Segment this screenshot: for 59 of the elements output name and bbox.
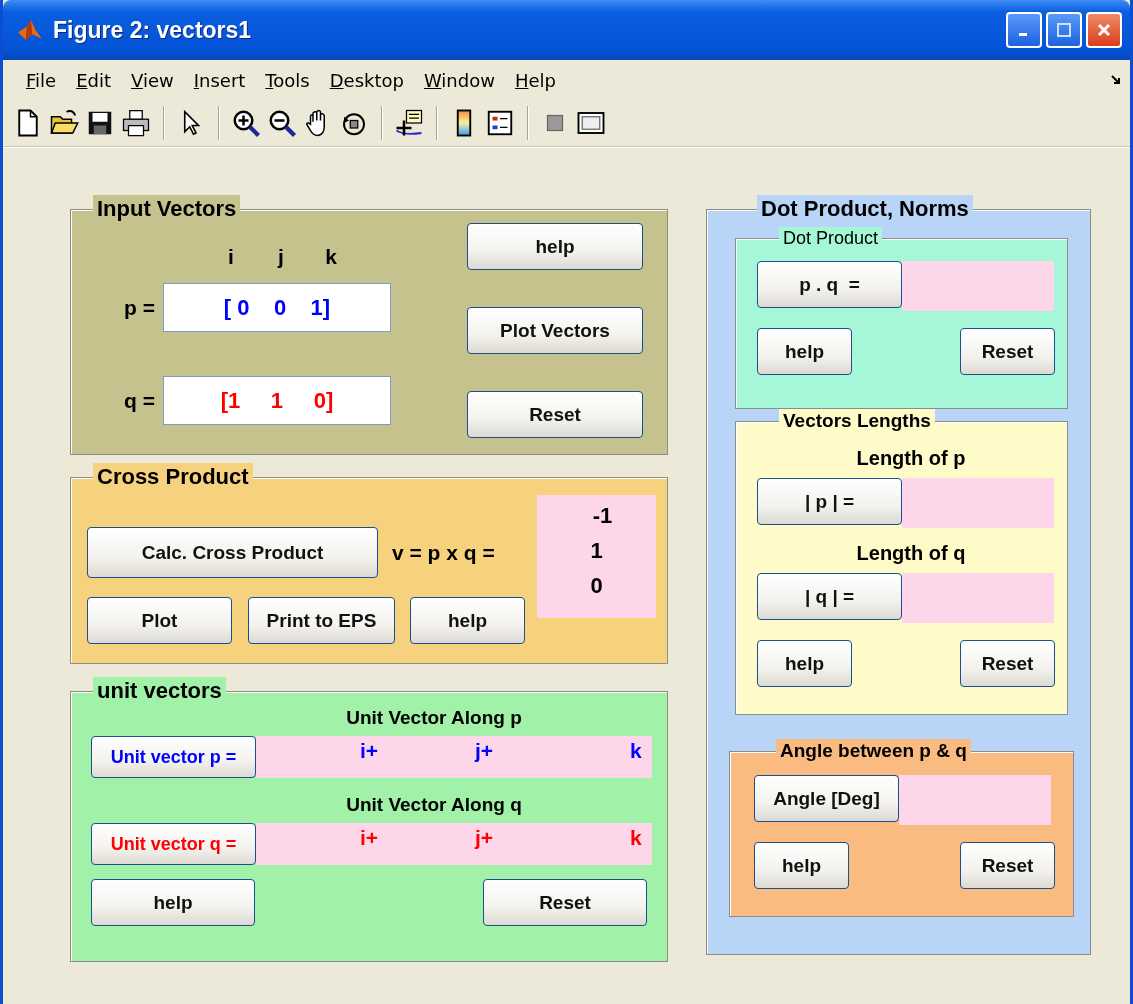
push-button[interactable]: Plot Vectors (467, 307, 643, 354)
push-button[interactable]: Reset (960, 640, 1055, 687)
push-button[interactable]: Unit vector p = (91, 736, 256, 778)
push-button[interactable]: Angle [Deg] (754, 775, 899, 822)
panel-title: Angle between p & q (776, 739, 971, 763)
window-title: Figure 2: vectors1 (53, 16, 252, 44)
push-button[interactable]: help (467, 223, 643, 270)
maximize-icon[interactable] (1054, 20, 1074, 40)
menu-item[interactable]: View (121, 69, 184, 91)
minimize-button[interactable] (1006, 12, 1042, 48)
push-button[interactable]: Reset (483, 879, 647, 926)
panel-title: Vectors Lengths (779, 409, 935, 433)
menu-item[interactable]: Window (413, 69, 505, 91)
menu-item[interactable]: Tools (255, 69, 320, 91)
data-cursor-icon[interactable] (394, 108, 424, 138)
zoom-out-icon[interactable] (267, 108, 297, 138)
section-heading: Length of q (855, 542, 967, 565)
push-button[interactable]: | p | = (757, 478, 902, 525)
column-header: k (324, 245, 338, 269)
push-button[interactable]: help (410, 597, 525, 644)
section-heading: Unit Vector Along p (345, 706, 523, 730)
input-field[interactable]: [1 1 0] (163, 376, 391, 425)
menu-item[interactable]: Edit (66, 69, 121, 91)
vector-label: q = (123, 388, 155, 413)
push-button[interactable]: Unit vector q = (91, 823, 256, 865)
legend-icon[interactable] (485, 108, 515, 138)
print-icon[interactable] (121, 108, 151, 138)
input-field[interactable]: [ 0 0 1] (163, 283, 391, 332)
result-field: -1 1 0 (537, 495, 656, 618)
menu-item[interactable]: Insert (183, 69, 256, 91)
push-button[interactable]: p . q = (757, 261, 902, 308)
push-button[interactable]: Reset (960, 328, 1055, 375)
equation-label: v = p x q = (392, 540, 495, 565)
push-button[interactable]: help (757, 640, 852, 687)
vector-label: p = (123, 295, 155, 320)
push-button[interactable]: Reset (960, 842, 1055, 889)
push-button[interactable]: help (754, 842, 849, 889)
result-field: i+ j+ k (256, 823, 652, 865)
column-header: i (227, 245, 235, 269)
menu-item[interactable]: Desktop (319, 69, 414, 91)
menu-item[interactable]: Help (504, 69, 566, 91)
push-button[interactable]: help (757, 328, 852, 375)
close-button[interactable] (1086, 12, 1122, 48)
zoom-in-icon[interactable] (231, 108, 261, 138)
panel-title: Input Vectors (93, 195, 241, 223)
push-button[interactable]: Plot (87, 597, 232, 644)
push-button[interactable]: Calc. Cross Product (87, 527, 378, 578)
section-heading: Length of p (855, 447, 967, 470)
push-button[interactable]: help (91, 879, 255, 926)
panel-title: Dot Product, Norms (757, 195, 973, 223)
menu-item[interactable]: File (16, 69, 67, 91)
result-field: i+ j+ k (256, 736, 652, 778)
push-button[interactable]: Print to EPS (248, 597, 395, 644)
push-button[interactable]: | q | = (757, 573, 902, 620)
maximize-button[interactable] (1046, 12, 1082, 48)
section-heading: Unit Vector Along q (345, 793, 523, 817)
push-button[interactable]: Reset (467, 391, 643, 438)
dock-arrow-icon[interactable] (1110, 74, 1122, 86)
column-header: j (276, 245, 285, 269)
